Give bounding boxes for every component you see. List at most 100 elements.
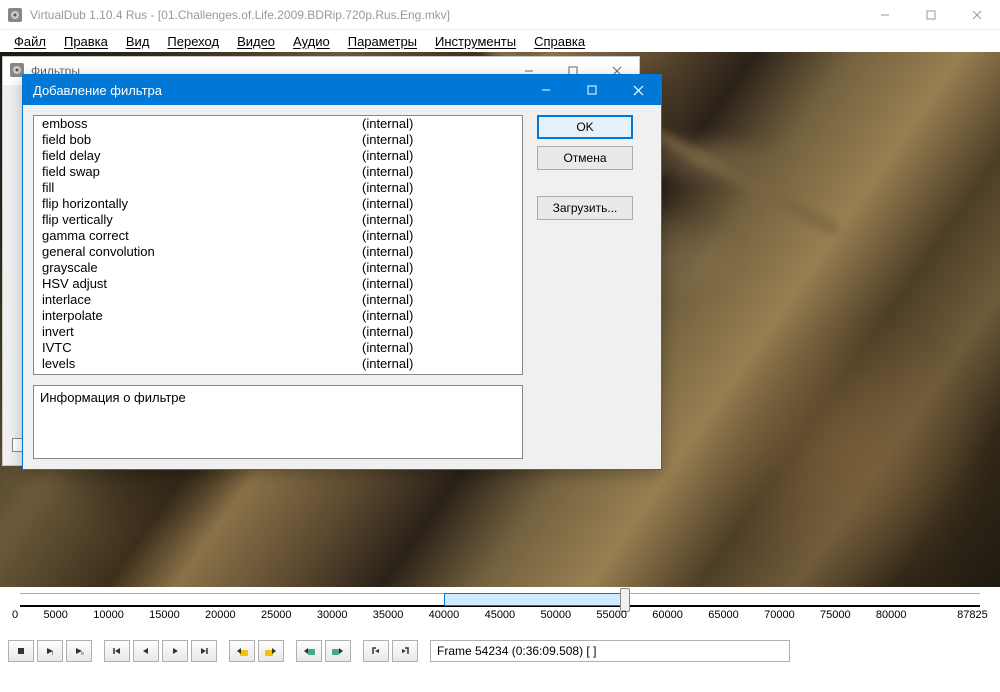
frame-status: Frame 54234 (0:36:09.508) [ ] [430,640,790,662]
filter-name: field bob [42,132,362,148]
filter-name: interpolate [42,308,362,324]
filter-source: (internal) [362,228,413,244]
filter-name: emboss [42,116,362,132]
svg-text:o: o [81,651,84,656]
add-filter-dialog: Добавление фильтра emboss(internal)field… [22,74,662,470]
key-prev-button[interactable] [229,640,255,662]
dialog-maximize-button[interactable] [569,75,615,105]
menu-help[interactable]: Справка [526,32,593,51]
go-end-button[interactable] [191,640,217,662]
filter-list-item[interactable]: field bob(internal) [34,132,522,148]
menu-edit[interactable]: Правка [56,32,116,51]
tick-label: 60000 [652,609,683,621]
play-input-button[interactable]: I [37,640,63,662]
maximize-button[interactable] [908,0,954,30]
filter-name: levels [42,356,362,372]
step-fwd-button[interactable] [162,640,188,662]
scene-prev-button[interactable] [296,640,322,662]
filter-name: invert [42,324,362,340]
filter-name: HSV adjust [42,276,362,292]
timeline-selection [444,593,629,606]
filter-source: (internal) [362,212,413,228]
menu-video[interactable]: Видео [229,32,283,51]
filter-source: (internal) [362,324,413,340]
tick-label: 65000 [708,609,739,621]
timeline-track[interactable] [20,593,980,607]
mark-out-button[interactable] [392,640,418,662]
filter-list-item[interactable]: HSV adjust(internal) [34,276,522,292]
filter-list-item[interactable]: IVTC(internal) [34,340,522,356]
menu-view[interactable]: Вид [118,32,158,51]
go-start-button[interactable] [104,640,130,662]
filter-source: (internal) [362,276,413,292]
filter-source: (internal) [362,340,413,356]
filter-list-item[interactable]: flip horizontally(internal) [34,196,522,212]
filter-name: interlace [42,292,362,308]
key-next-button[interactable] [258,640,284,662]
tick-label: 50000 [540,609,571,621]
filter-list[interactable]: emboss(internal)field bob(internal)field… [33,115,523,375]
filter-source: (internal) [362,292,413,308]
stop-button[interactable] [8,640,34,662]
filter-source: (internal) [362,164,413,180]
filter-source: (internal) [362,244,413,260]
timeline-ticks: 0500010000150002000025000300003500040000… [12,609,988,621]
timeline[interactable]: 0500010000150002000025000300003500040000… [12,593,988,631]
add-filter-title: Добавление фильтра [33,83,162,98]
menu-bar: Файл Правка Вид Переход Видео Аудио Пара… [0,30,1000,52]
add-filter-titlebar[interactable]: Добавление фильтра [23,75,661,105]
filter-name: general convolution [42,244,362,260]
tick-label: 0 [12,609,18,621]
play-output-button[interactable]: o [66,640,92,662]
filter-list-item[interactable]: gamma correct(internal) [34,228,522,244]
tick-label: 40000 [429,609,460,621]
filter-list-item[interactable]: interlace(internal) [34,292,522,308]
filter-list-item[interactable]: invert(internal) [34,324,522,340]
filter-source: (internal) [362,260,413,276]
filter-list-item[interactable]: field swap(internal) [34,164,522,180]
tick-label: 15000 [149,609,180,621]
tick-label: 5000 [43,609,67,621]
tick-label: 10000 [93,609,124,621]
filter-list-item[interactable]: general convolution(internal) [34,244,522,260]
step-back-button[interactable] [133,640,159,662]
dialog-close-button[interactable] [615,75,661,105]
menu-tools[interactable]: Инструменты [427,32,524,51]
minimize-button[interactable] [862,0,908,30]
tick-label: 35000 [373,609,404,621]
cancel-button[interactable]: Отмена [537,146,633,170]
tick-label: 20000 [205,609,236,621]
filter-source: (internal) [362,180,413,196]
filter-list-item[interactable]: interpolate(internal) [34,308,522,324]
tick-label: 80000 [876,609,907,621]
filter-source: (internal) [362,132,413,148]
menu-go[interactable]: Переход [159,32,227,51]
tick-label: 55000 [596,609,627,621]
filter-list-item[interactable]: flip vertically(internal) [34,212,522,228]
filter-list-item[interactable]: grayscale(internal) [34,260,522,276]
ok-button[interactable]: OK [537,115,633,139]
main-window-title: VirtualDub 1.10.4 Rus - [01.Challenges.o… [30,8,450,22]
close-button[interactable] [954,0,1000,30]
filter-source: (internal) [362,372,413,375]
menu-options[interactable]: Параметры [340,32,425,51]
filter-source: (internal) [362,196,413,212]
tick-label: 30000 [317,609,348,621]
transport-toolbar: I o Frame 54234 (0:36:09.508) [ ] [8,640,992,664]
filter-name: logo [42,372,362,375]
mark-in-button[interactable] [363,640,389,662]
filter-list-item[interactable]: emboss(internal) [34,116,522,132]
filter-list-item[interactable]: logo(internal) [34,372,522,375]
filter-name: grayscale [42,260,362,276]
filter-name: gamma correct [42,228,362,244]
load-button[interactable]: Загрузить... [537,196,633,220]
app-icon [6,6,24,24]
menu-file[interactable]: Файл [6,32,54,51]
filter-list-item[interactable]: fill(internal) [34,180,522,196]
dialog-minimize-button[interactable] [523,75,569,105]
menu-audio[interactable]: Аудио [285,32,338,51]
tick-label: 45000 [485,609,516,621]
scene-next-button[interactable] [325,640,351,662]
filter-list-item[interactable]: field delay(internal) [34,148,522,164]
filter-list-item[interactable]: levels(internal) [34,356,522,372]
